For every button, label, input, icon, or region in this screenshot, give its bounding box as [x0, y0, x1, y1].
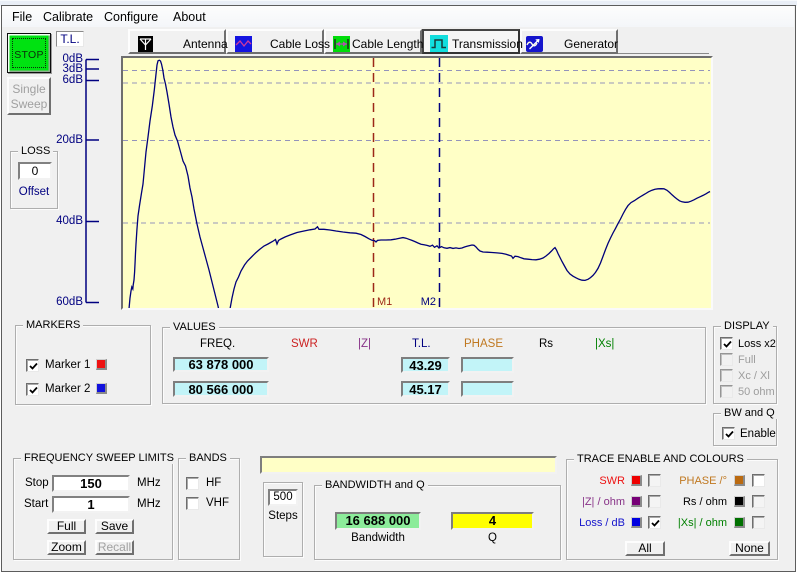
- svg-text:M2: M2: [421, 296, 436, 308]
- svg-text:M1: M1: [377, 296, 392, 308]
